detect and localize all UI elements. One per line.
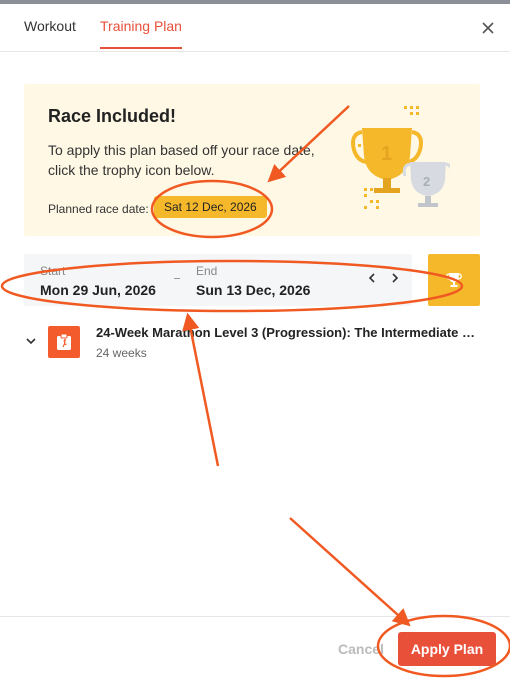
race-title: Race Included! (48, 106, 177, 126)
trophy-badge-second: 2 (423, 174, 430, 189)
active-tab-indicator (100, 47, 182, 49)
start-date-label: Start (40, 264, 66, 278)
chevron-down-icon[interactable] (24, 334, 38, 348)
trophy-icon (446, 273, 462, 287)
apply-plan-button[interactable]: Apply Plan (398, 632, 496, 666)
close-icon[interactable] (480, 20, 496, 36)
end-date-label: End (196, 264, 218, 278)
plan-duration: 24 weeks (96, 346, 147, 360)
race-description: To apply this plan based off your race d… (48, 142, 315, 178)
dialog-tabs: Workout Training Plan (0, 4, 510, 52)
tab-training-plan[interactable]: Training Plan (100, 18, 182, 34)
plan-clipboard-icon (57, 333, 71, 350)
planned-race-date-label: Planned race date: (48, 202, 149, 216)
annotation-arrow-apply (289, 517, 411, 627)
trophy-badge-first: 1 (381, 143, 392, 165)
chevron-right-icon[interactable] (388, 271, 402, 285)
plan-list-item[interactable]: 24-Week Marathon Level 3 (Progression): … (24, 322, 480, 362)
cancel-button[interactable]: Cancel (338, 641, 384, 657)
chevron-left-icon[interactable] (365, 271, 379, 285)
tab-workout[interactable]: Workout (24, 18, 76, 34)
planned-race-date-chip: Sat 12 Dec, 2026 (154, 196, 267, 218)
plan-date-range: Start Mon 29 Jun, 2026 End Sun 13 Dec, 2… (24, 254, 412, 306)
race-included-card: Race Included! To apply this plan based … (24, 84, 480, 236)
dialog-footer: Cancel Apply Plan (0, 616, 510, 680)
race-date-trophy-button[interactable] (428, 254, 480, 306)
start-date-value[interactable]: Mon 29 Jun, 2026 (40, 282, 156, 298)
end-date-value[interactable]: Sun 13 Dec, 2026 (196, 282, 310, 298)
date-separator (174, 278, 180, 279)
plan-title: 24-Week Marathon Level 3 (Progression): … (96, 325, 480, 340)
trophy-illustration: 1 2 (351, 106, 450, 209)
plan-icon (48, 326, 80, 358)
